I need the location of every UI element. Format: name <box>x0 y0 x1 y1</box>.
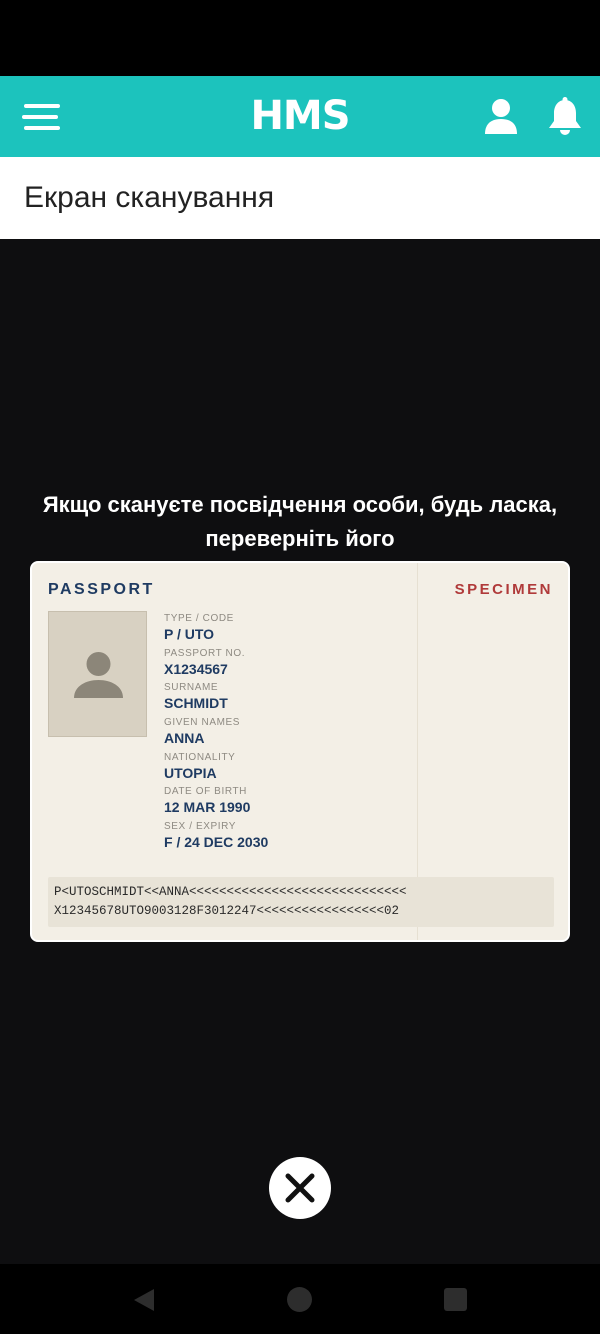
close-button[interactable] <box>269 1157 331 1219</box>
machine-readable-zone: P<UTOSCHMIDT<<ANNA<<<<<<<<<<<<<<<<<<<<<<… <box>48 877 554 927</box>
field-given-names: GIVEN NAMES ANNA <box>164 716 404 750</box>
field-value: F / 24 DEC 2030 <box>164 834 269 851</box>
field-value: X1234567 <box>164 660 228 677</box>
passport-photo-placeholder <box>48 611 147 737</box>
title-bar: Екран сканування <box>0 157 600 239</box>
app-header: HMS <box>0 76 600 157</box>
field-type-code: TYPE / CODE P / UTO <box>164 612 404 646</box>
field-date-of-birth: DATE OF BIRTH 12 MAR 1990 <box>164 785 404 819</box>
passport-card-preview: PASSPORT SPECIMEN TYPE / CODE P / UTO PA… <box>30 561 570 942</box>
back-icon[interactable] <box>132 1288 156 1312</box>
user-icon[interactable] <box>484 98 518 136</box>
field-passport-number: PASSPORT NO. X1234567 <box>164 647 404 681</box>
hamburger-menu-icon[interactable] <box>22 100 60 132</box>
bell-icon[interactable] <box>546 97 584 137</box>
passport-heading: PASSPORT <box>48 581 155 598</box>
instruction-line-2: переверніть його <box>205 526 395 551</box>
field-label: GIVEN NAMES <box>164 717 241 729</box>
instruction-line-1: Якщо скануєте посвідчення особи, будь ла… <box>42 492 558 517</box>
field-surname: SURNAME SCHMIDT <box>164 681 404 715</box>
passport-fields: TYPE / CODE P / UTO PASSPORT NO. X123456… <box>164 611 404 854</box>
home-icon[interactable] <box>287 1287 312 1312</box>
specimen-watermark: SPECIMEN <box>454 581 553 598</box>
field-value: 12 MAR 1990 <box>164 799 251 816</box>
field-value: SCHMIDT <box>164 695 228 712</box>
field-label: SURNAME <box>164 682 219 694</box>
field-value: UTOPIA <box>164 764 217 781</box>
field-value: ANNA <box>164 730 205 747</box>
field-nationality: NATIONALITY UTOPIA <box>164 751 404 785</box>
page-title: Екран сканування <box>24 181 275 214</box>
field-sex-expiry: SEX / EXPIRY F / 24 DEC 2030 <box>164 820 404 854</box>
recent-apps-icon[interactable] <box>444 1288 467 1311</box>
field-label: PASSPORT NO. <box>164 647 246 659</box>
system-navigation-bar <box>0 1264 600 1334</box>
person-silhouette-icon <box>74 652 123 698</box>
close-icon <box>285 1173 315 1203</box>
status-bar <box>0 0 600 76</box>
mrz-line-1: P<UTOSCHMIDT<<ANNA<<<<<<<<<<<<<<<<<<<<<<… <box>54 885 407 899</box>
field-label: NATIONALITY <box>164 751 236 763</box>
field-label: SEX / EXPIRY <box>164 821 237 833</box>
field-label: DATE OF BIRTH <box>164 786 247 798</box>
mrz-line-2: X12345678UTO9003128F3012247<<<<<<<<<<<<<… <box>54 904 400 918</box>
scan-instruction: Якщо скануєте посвідчення особи, будь ла… <box>20 488 580 556</box>
field-value: P / UTO <box>164 626 215 642</box>
field-label: TYPE / CODE <box>164 613 234 624</box>
